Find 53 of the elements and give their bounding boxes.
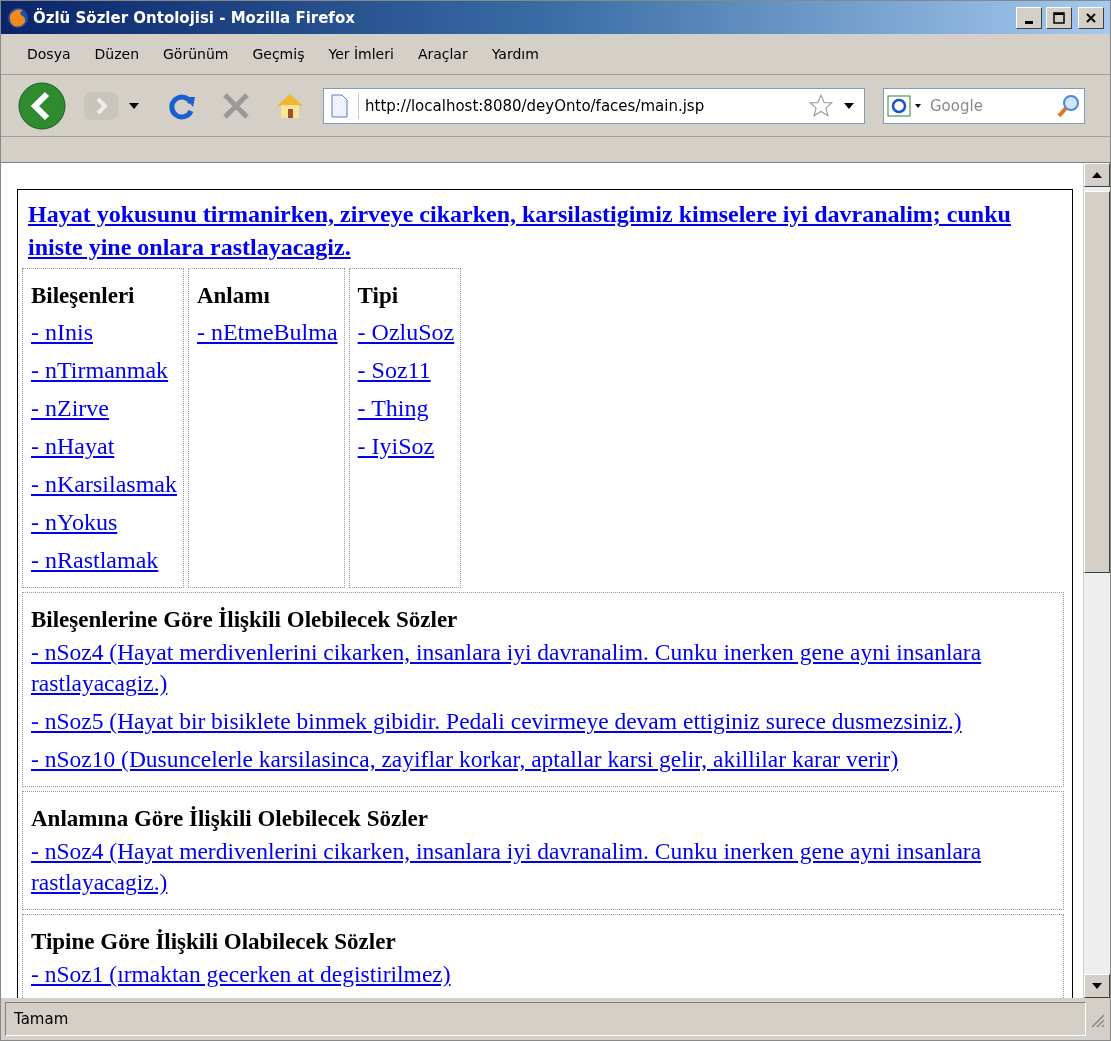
search-engine-icon[interactable] (884, 92, 924, 119)
menu-item[interactable]: Dosya (15, 42, 83, 66)
quote-link[interactable]: - nSoz5 (Hayat bir bisiklete binmek gibidir. Pedali cevirmeye devam ettiginiz surece dusmezsiniz.) (31, 706, 1057, 737)
quote-link[interactable]: - nSoz4 (Hayat merdivenlerini cikarken, insanlara iyi davranalim. Cunku inerken gene ayni insanlara rastlayacagiz.) (31, 836, 1057, 898)
quote-link[interactable]: - nSoz10 (Dusuncelerle karsilasinca, zayiflar korkar, aptallar karsi gelir, akillilar karar verir) (31, 744, 1057, 775)
search-bar[interactable]: Google (883, 87, 1085, 124)
close-button[interactable] (1078, 6, 1104, 29)
concept-link[interactable]: - nHayat (31, 427, 177, 465)
quote-link[interactable]: - nSoz1 (ırmaktan gecerken at degistirilmez) (31, 959, 1057, 990)
menu-item[interactable]: Yardım (479, 42, 551, 66)
menu-item[interactable]: Görünüm (151, 42, 241, 66)
concept-link[interactable]: - nYokus (31, 503, 177, 541)
maximize-button[interactable] (1046, 6, 1072, 29)
concept-link[interactable]: - OzluSoz (357, 313, 455, 351)
concept-link[interactable]: - Soz11 (357, 351, 455, 389)
down-arrow-icon (1092, 983, 1102, 989)
column-heading: Tipi (357, 282, 400, 310)
menu-item[interactable]: Düzen (82, 42, 151, 66)
status-text: Tamam (5, 1002, 1086, 1036)
window-title: Özlü Sözler Ontolojisi - Mozilla Firefox (33, 8, 356, 27)
section-heading: Anlamına Göre İlişkili Olebilecek Sözler (31, 805, 429, 833)
menu-item[interactable]: Geçmiş (240, 42, 317, 66)
concept-link[interactable]: - IyiSoz (357, 427, 455, 465)
concept-link[interactable]: - nEtmeBulma (196, 313, 338, 351)
concept-link[interactable]: - Thing (357, 389, 455, 427)
column-heading: Anlamı (196, 282, 271, 310)
address-bar[interactable]: http://localhost:8080/deyOnto/faces/main.jsp (323, 87, 865, 124)
url-field[interactable]: http://localhost:8080/deyOnto/faces/main.jsp (359, 96, 808, 115)
scroll-up-button[interactable] (1084, 163, 1110, 187)
minimize-button[interactable] (1016, 6, 1042, 29)
scrollbar-thumb[interactable] (1084, 191, 1110, 573)
maximize-icon (1053, 11, 1065, 24)
browser-logo-icon (7, 6, 29, 29)
concept-link[interactable]: - nTirmanmak (31, 351, 177, 389)
scroll-down-button[interactable] (1084, 974, 1110, 998)
search-icon[interactable] (1056, 92, 1082, 119)
dropdown-icon[interactable] (129, 102, 139, 109)
section-heading: Tipine Göre İlişkili Olabilecek Sözler (31, 928, 397, 956)
concept-link[interactable]: - nRastlamak (31, 541, 177, 579)
concept-link[interactable]: - nZirve (31, 389, 177, 427)
concept-link[interactable]: - nKarsilasmak (31, 465, 177, 503)
quote-link[interactable]: Hayat yokusunu tirmanirken, zirveye cikarken, karsilastigimiz kimselere iyi davranalim; cunku iniste yine onlara rastlayacagiz. (28, 198, 1068, 264)
column-heading: Bileşenleri (31, 282, 136, 310)
close-icon (1085, 11, 1097, 24)
minimize-icon (1025, 21, 1033, 24)
dropdown-icon[interactable] (844, 102, 854, 109)
quote-link[interactable]: - nSoz4 (Hayat merdivenlerini cikarken, insanlara iyi davranalim. Cunku inerken gene ayni insanlara rastlayacagiz.) (31, 637, 1057, 699)
star-icon[interactable] (808, 92, 834, 119)
menu-item[interactable]: Yer İmleri (316, 42, 406, 66)
concept-link[interactable]: - nInis (31, 313, 177, 351)
section-heading: Bileşenlerine Göre İlişkili Olebilecek Sözler (31, 606, 459, 634)
menu-item[interactable]: Araçlar (405, 42, 480, 66)
up-arrow-icon (1092, 172, 1102, 178)
